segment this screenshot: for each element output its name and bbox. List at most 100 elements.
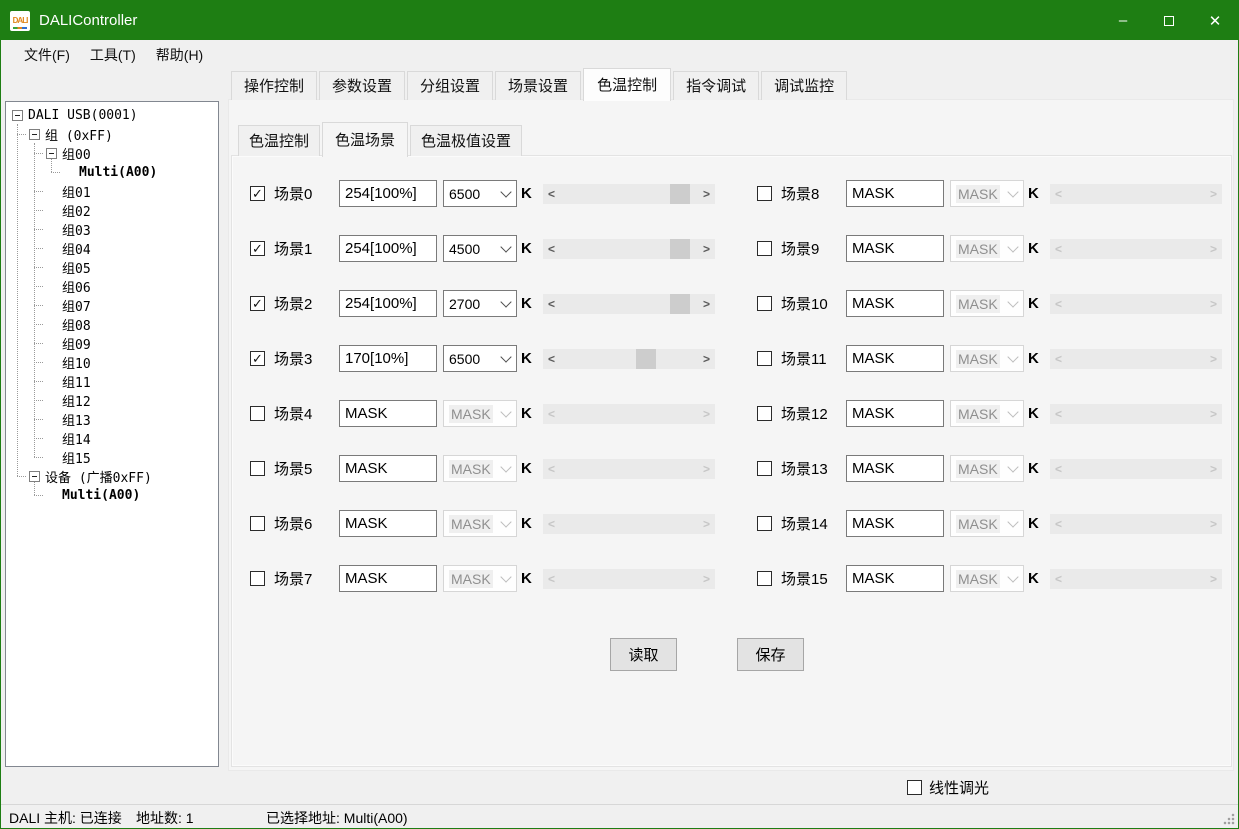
scene-value-input[interactable] xyxy=(846,180,944,207)
tree-collapse-icon[interactable] xyxy=(29,471,40,482)
tree-item[interactable]: 设备 (广播0xFF) xyxy=(6,467,218,486)
device-tree-panel[interactable]: DALI USB(0001)组 (0xFF)组00Multi(A00)组01组0… xyxy=(5,101,219,767)
scene-checkbox[interactable]: ✓ xyxy=(250,351,265,366)
tree-item[interactable]: Multi(A00) xyxy=(6,486,218,505)
main-tab-4[interactable]: 色温控制 xyxy=(583,68,671,101)
tree-item[interactable]: 组15 xyxy=(6,448,218,467)
scroll-left-icon[interactable]: < xyxy=(543,349,560,369)
kelvin-dropdown[interactable]: 4500 xyxy=(443,235,517,262)
minimize-button[interactable]: – xyxy=(1100,1,1146,40)
scene-checkbox[interactable] xyxy=(757,406,772,421)
linear-dimming-checkbox[interactable] xyxy=(907,780,922,795)
scene-checkbox[interactable] xyxy=(757,516,772,531)
scrollbar-track[interactable] xyxy=(560,294,698,314)
scene-value-input[interactable] xyxy=(846,455,944,482)
scene-checkbox[interactable] xyxy=(250,406,265,421)
scene-checkbox[interactable] xyxy=(250,571,265,586)
save-button[interactable]: 保存 xyxy=(737,638,804,671)
tree-item[interactable]: 组05 xyxy=(6,258,218,277)
scroll-right-icon[interactable]: > xyxy=(698,184,715,204)
sub-tab-1[interactable]: 色温场景 xyxy=(322,122,408,157)
scene-checkbox[interactable] xyxy=(757,351,772,366)
scene-value-input[interactable] xyxy=(339,400,437,427)
scene-checkbox[interactable]: ✓ xyxy=(250,296,265,311)
scene-checkbox[interactable] xyxy=(250,461,265,476)
scene-scrollbar[interactable]: <> xyxy=(543,349,715,369)
scene-checkbox[interactable]: ✓ xyxy=(250,241,265,256)
main-tab-0[interactable]: 操作控制 xyxy=(231,71,317,100)
scene-value-input[interactable] xyxy=(339,455,437,482)
scrollbar-thumb[interactable] xyxy=(670,294,690,314)
main-tab-6[interactable]: 调试监控 xyxy=(761,71,847,100)
scene-value-input[interactable] xyxy=(846,235,944,262)
tree-item[interactable]: 组 (0xFF) xyxy=(6,125,218,144)
main-tab-2[interactable]: 分组设置 xyxy=(407,71,493,100)
scrollbar-thumb[interactable] xyxy=(636,349,656,369)
resize-grip-icon[interactable] xyxy=(1223,813,1235,825)
scene-value-input[interactable] xyxy=(339,235,437,262)
tree-item[interactable]: 组03 xyxy=(6,220,218,239)
tree-item[interactable]: 组06 xyxy=(6,277,218,296)
scene-checkbox[interactable] xyxy=(757,186,772,201)
menu-item[interactable]: 工具(T) xyxy=(80,41,146,69)
main-tab-5[interactable]: 指令调试 xyxy=(673,71,759,100)
scroll-right-icon[interactable]: > xyxy=(698,239,715,259)
scene-value-input[interactable] xyxy=(846,290,944,317)
tree-item[interactable]: 组11 xyxy=(6,372,218,391)
scene-value-input[interactable] xyxy=(339,565,437,592)
scroll-right-icon[interactable]: > xyxy=(698,349,715,369)
scene-value-input[interactable] xyxy=(846,400,944,427)
tree-item[interactable]: 组08 xyxy=(6,315,218,334)
scene-checkbox[interactable]: ✓ xyxy=(250,186,265,201)
scene-checkbox[interactable] xyxy=(757,461,772,476)
tree-item[interactable]: 组10 xyxy=(6,353,218,372)
scroll-left-icon[interactable]: < xyxy=(543,294,560,314)
scrollbar-track[interactable] xyxy=(560,184,698,204)
tree-item[interactable]: 组12 xyxy=(6,391,218,410)
scroll-right-icon[interactable]: > xyxy=(698,294,715,314)
tree-item[interactable]: 组00 xyxy=(6,144,218,163)
scene-value-input[interactable] xyxy=(846,565,944,592)
scrollbar-track[interactable] xyxy=(560,239,698,259)
scene-value-input[interactable] xyxy=(846,510,944,537)
sub-tab-2[interactable]: 色温极值设置 xyxy=(410,125,522,156)
tree-item[interactable]: 组09 xyxy=(6,334,218,353)
main-tab-1[interactable]: 参数设置 xyxy=(319,71,405,100)
scene-value-input[interactable] xyxy=(846,345,944,372)
menu-item[interactable]: 帮助(H) xyxy=(146,41,213,69)
scrollbar-thumb[interactable] xyxy=(670,184,690,204)
scene-checkbox[interactable] xyxy=(250,516,265,531)
tree-item[interactable]: 组02 xyxy=(6,201,218,220)
sub-tab-0[interactable]: 色温控制 xyxy=(238,125,320,156)
scene-value-input[interactable] xyxy=(339,180,437,207)
scrollbar-thumb[interactable] xyxy=(670,239,690,259)
tree-item[interactable]: 组04 xyxy=(6,239,218,258)
menu-item[interactable]: 文件(F) xyxy=(14,41,80,69)
scene-value-input[interactable] xyxy=(339,345,437,372)
scene-value-input[interactable] xyxy=(339,510,437,537)
tree-item[interactable]: Multi(A00) xyxy=(6,163,218,182)
tree-item[interactable]: DALI USB(0001) xyxy=(6,106,218,125)
tree-item[interactable]: 组01 xyxy=(6,182,218,201)
tree-item[interactable]: 组14 xyxy=(6,429,218,448)
kelvin-dropdown[interactable]: 6500 xyxy=(443,180,517,207)
tree-collapse-icon[interactable] xyxy=(46,148,57,159)
tree-item[interactable]: 组13 xyxy=(6,410,218,429)
maximize-button[interactable] xyxy=(1146,1,1192,40)
scene-checkbox[interactable] xyxy=(757,296,772,311)
tree-item[interactable]: 组07 xyxy=(6,296,218,315)
scroll-left-icon[interactable]: < xyxy=(543,239,560,259)
close-button[interactable]: ✕ xyxy=(1192,1,1238,40)
scene-scrollbar[interactable]: <> xyxy=(543,239,715,259)
main-tab-3[interactable]: 场景设置 xyxy=(495,71,581,100)
scrollbar-track[interactable] xyxy=(560,349,698,369)
read-button[interactable]: 读取 xyxy=(610,638,677,671)
scroll-left-icon[interactable]: < xyxy=(543,184,560,204)
scene-value-input[interactable] xyxy=(339,290,437,317)
kelvin-dropdown[interactable]: 6500 xyxy=(443,345,517,372)
kelvin-dropdown[interactable]: 2700 xyxy=(443,290,517,317)
tree-collapse-icon[interactable] xyxy=(12,110,23,121)
scene-checkbox[interactable] xyxy=(757,571,772,586)
scene-scrollbar[interactable]: <> xyxy=(543,184,715,204)
tree-collapse-icon[interactable] xyxy=(29,129,40,140)
